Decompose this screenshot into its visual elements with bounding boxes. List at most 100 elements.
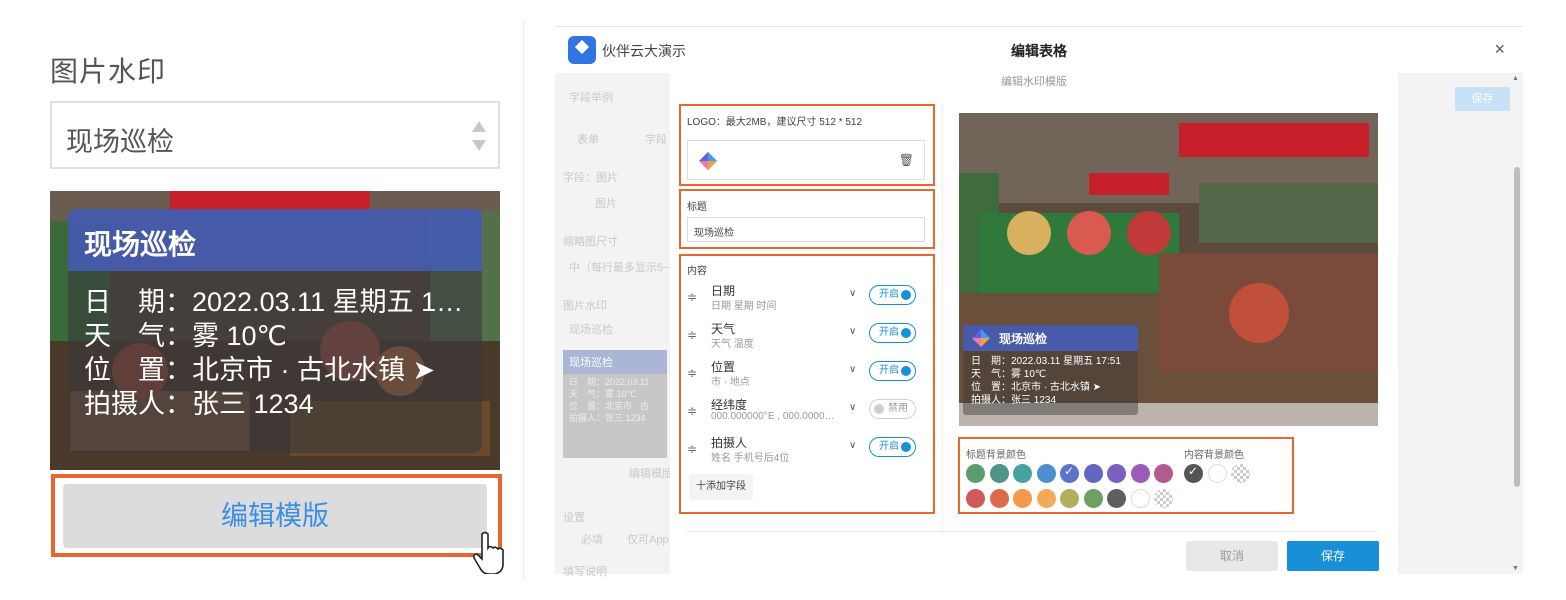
toggle-location[interactable]: 开启: [869, 361, 916, 381]
color-swatch[interactable]: [1107, 489, 1126, 508]
check-icon: ✓: [1188, 464, 1199, 478]
title-input[interactable]: 现场巡检: [687, 217, 925, 242]
toggle-coordinates[interactable]: 禁用: [869, 399, 916, 419]
scroll-down-icon[interactable]: ▼: [1512, 565, 1519, 572]
bg-thumb-title: 现场巡检: [563, 350, 667, 374]
toggle-date[interactable]: 开启: [869, 285, 916, 305]
toggle-weather[interactable]: 开启: [869, 323, 916, 343]
content-section: 内容 ≑ 日期 日期 星期 时间 ∨ 开启 ≑ 天气 天气 温度 ∨ 开启 ≑ …: [679, 254, 935, 514]
chevron-down-icon[interactable]: ∨: [849, 402, 856, 413]
save-button[interactable]: 保存: [1287, 541, 1379, 571]
watermark-row-date: 日 期：2022.03.11 星期五 17:51: [84, 287, 466, 317]
bg-thumb-row: 天 气：雾 10℃: [569, 389, 637, 399]
color-swatch[interactable]: [1130, 464, 1150, 483]
color-swatch[interactable]: [1130, 489, 1150, 508]
drag-handle-icon[interactable]: ≑: [687, 366, 697, 380]
trash-icon[interactable]: 🗑: [899, 153, 914, 167]
drag-handle-icon[interactable]: ≑: [687, 442, 697, 456]
field-sub: 日期 星期 时间: [711, 301, 777, 312]
watermark-section-title: 图片水印: [50, 56, 167, 87]
preview-row-weather: 天 气：雾 10℃: [971, 369, 1047, 380]
watermark-preview: 现场巡检 日 期：2022.03.11 星期五 17:51 天 气：雾 10℃ …: [959, 113, 1378, 426]
color-swatch[interactable]: [1083, 489, 1103, 508]
bg-fill-desc: 填写说明: [563, 566, 607, 578]
window-title-bar: 伙伴云大演示 编辑表格 ×: [555, 27, 1523, 73]
color-swatch[interactable]: [1060, 489, 1079, 508]
chevron-down-icon[interactable]: ∨: [849, 364, 856, 375]
bg-watermark-value: 现场巡检: [569, 324, 613, 336]
color-swatch[interactable]: [1036, 464, 1056, 483]
dialog-title: 编辑表格: [1011, 43, 1067, 59]
color-swatch[interactable]: ✓: [1060, 464, 1079, 483]
bg-thumb-button: 编辑模版: [629, 468, 673, 480]
watermark-row-location: 位 置：北京市 · 古北水镇 ➤: [84, 355, 436, 385]
logo-label: LOGO：最大2MB，建议尺寸 512 * 512: [687, 117, 863, 128]
bg-watermark-label: 图片水印: [563, 300, 607, 312]
field-row-date: ≑ 日期 日期 星期 时间 ∨ 开启: [687, 280, 925, 312]
drag-handle-icon[interactable]: ≑: [687, 328, 697, 342]
toggle-photographer[interactable]: 开启: [869, 437, 916, 457]
color-swatch[interactable]: [966, 489, 985, 508]
cancel-button[interactable]: 取消: [1186, 541, 1278, 571]
color-swatch[interactable]: [1107, 464, 1126, 483]
preview-watermark-title: 现场巡检: [999, 332, 1048, 346]
color-swatch[interactable]: [1207, 464, 1227, 483]
watermark-select-value: 现场巡检: [66, 127, 174, 157]
color-swatch[interactable]: [1154, 489, 1173, 508]
scroll-up-icon[interactable]: ▲: [1512, 75, 1519, 82]
watermark-row-weather: 天 气：雾 10℃: [84, 321, 287, 351]
logo-upload[interactable]: 🗑: [687, 140, 925, 180]
toggle-text: 禁用: [888, 403, 908, 414]
bg-field-example: 字段举例: [569, 92, 613, 104]
bg-save-button: 保存: [1455, 87, 1510, 111]
bg-thumb-size-label: 缩略图尺寸: [563, 236, 618, 248]
color-swatch[interactable]: [1013, 489, 1032, 508]
field-row-photographer: ≑ 拍摄人 姓名 手机号后4位 ∨ 开启: [687, 432, 925, 464]
field-sub: 市 · 地点: [711, 377, 750, 388]
toggle-text: 开启: [879, 441, 899, 452]
chevron-down-icon[interactable]: ∨: [849, 326, 856, 337]
color-swatch[interactable]: [1231, 464, 1250, 483]
panel-divider: [523, 20, 524, 580]
bg-field-label: 字段：图片: [563, 172, 618, 184]
color-swatch[interactable]: [1013, 464, 1032, 483]
left-panel: 图片水印 现场巡检 现场巡检 日 期：2022.03.11 星期五 17:51 …: [0, 0, 523, 600]
bg-required: 必填: [581, 534, 603, 546]
color-swatch[interactable]: [1083, 464, 1103, 483]
field-sub: 000.000000°E , 000.000000°N: [711, 411, 839, 422]
bg-field-value: 图片: [595, 198, 617, 210]
logo-section: LOGO：最大2MB，建议尺寸 512 * 512 🗑: [679, 104, 935, 186]
background-colors-section: 标题背景颜色 内容背景颜色 ✓ ✓: [958, 437, 1294, 514]
watermark-select[interactable]: 现场巡检: [50, 101, 500, 169]
content-label: 内容: [687, 266, 707, 277]
chevron-down-icon[interactable]: ∨: [849, 440, 856, 451]
title-label: 标题: [687, 202, 707, 213]
dialog-subtitle: 编辑水印模版: [1001, 76, 1067, 88]
brand-logo-icon: [699, 152, 717, 170]
watermark-card-title: 现场巡检: [68, 209, 482, 271]
color-swatch[interactable]: ✓: [1184, 464, 1203, 483]
color-swatch[interactable]: [1154, 464, 1173, 483]
app-window: 伙伴云大演示 编辑表格 × 字段举例 表单 字段 字段：图片 图片 缩略图尺寸 …: [555, 26, 1523, 578]
add-field-button[interactable]: 十添加字段: [689, 474, 753, 500]
color-swatch[interactable]: [989, 464, 1009, 483]
close-icon[interactable]: ×: [1494, 39, 1505, 60]
edit-template-button[interactable]: 编辑模版: [63, 484, 487, 548]
color-swatch[interactable]: [989, 489, 1009, 508]
content-bg-color-label: 内容背景颜色: [1184, 450, 1244, 461]
title-bg-color-label: 标题背景颜色: [966, 450, 1026, 461]
bg-thumb-row: 位 置：北京市 · 古: [569, 401, 649, 411]
field-row-location: ≑ 位置 市 · 地点 ∨ 开启: [687, 356, 925, 388]
preview-watermark-title-bar: 现场巡检: [963, 325, 1138, 351]
color-swatch[interactable]: [1036, 489, 1056, 508]
title-section: 标题 现场巡检: [679, 189, 935, 249]
color-swatch[interactable]: [966, 464, 985, 483]
chevron-down-icon[interactable]: ∨: [849, 288, 856, 299]
watermark-row-photographer: 拍摄人：张三 1234: [84, 389, 314, 419]
drag-handle-icon[interactable]: ≑: [687, 290, 697, 304]
field-row-coordinates: ≑ 经纬度 000.000000°E , 000.000000°N ∨ 禁用: [687, 394, 925, 426]
toggle-text: 开启: [879, 327, 899, 338]
window-scrollbar[interactable]: [1514, 167, 1520, 487]
toggle-text: 开启: [879, 289, 899, 300]
drag-handle-icon[interactable]: ≑: [687, 404, 697, 418]
